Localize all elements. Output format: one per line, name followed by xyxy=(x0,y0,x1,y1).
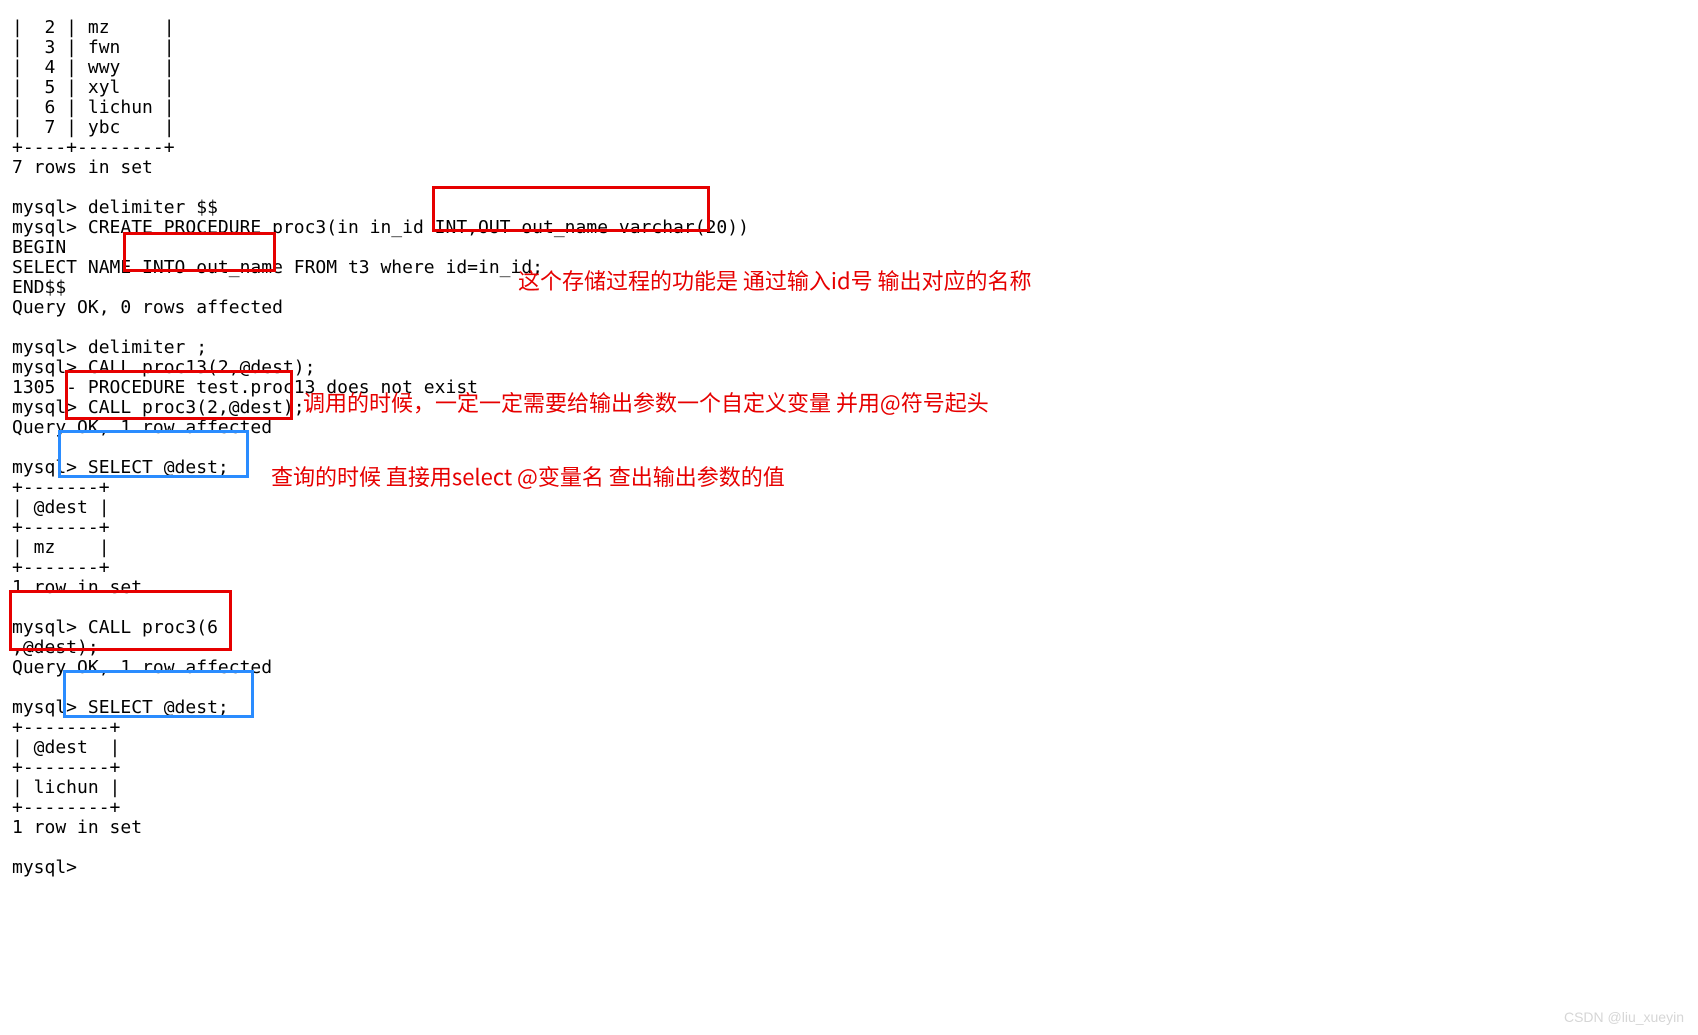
annotation-purpose: 这个存储过程的功能是 通过输入id号 输出对应的名称 xyxy=(518,270,1032,290)
code-line: mysql> SELECT @dest; xyxy=(12,697,229,718)
code-line: Query OK, 0 rows affected xyxy=(12,297,283,318)
code-line: +--------+ xyxy=(12,797,120,818)
code-line: | 6 | lichun | xyxy=(12,97,175,118)
code-line: | mz | xyxy=(12,537,110,558)
code-line: +-------+ xyxy=(12,557,110,578)
code-line: | 5 | xyl | xyxy=(12,77,175,98)
code-line: 1 row in set xyxy=(12,817,142,838)
code-line: BEGIN xyxy=(12,237,66,258)
code-line: | 7 | ybc | xyxy=(12,117,175,138)
code-line: mysql> delimiter $$ xyxy=(12,197,218,218)
code-line: | 3 | fwn | xyxy=(12,37,175,58)
code-line: mysql> delimiter ; xyxy=(12,337,207,358)
code-line: mysql> SELECT @dest; xyxy=(12,457,229,478)
annotation-select: 查询的时候 直接用select @变量名 查出输出参数的值 xyxy=(271,466,785,486)
code-line: Query OK, 1 row affected xyxy=(12,417,272,438)
code-line: mysql> xyxy=(12,857,77,878)
code-line: +-------+ xyxy=(12,517,110,538)
code-line: +--------+ xyxy=(12,757,120,778)
code-line: 1 row in set xyxy=(12,577,142,598)
code-line: mysql> CALL proc3(2,@dest); xyxy=(12,397,305,418)
code-line: 7 rows in set xyxy=(12,157,153,178)
code-line: +--------+ xyxy=(12,717,120,738)
code-line: Query OK, 1 row affected xyxy=(12,657,272,678)
code-line: | 4 | wwy | xyxy=(12,57,175,78)
terminal-output: | 2 | mz | | 3 | fwn | | 4 | wwy | | 5 |… xyxy=(12,18,749,878)
code-line: +----+--------+ xyxy=(12,137,175,158)
code-line: | @dest | xyxy=(12,497,110,518)
code-line: | 2 | mz | xyxy=(12,17,175,38)
watermark: CSDN @liu_xueyin xyxy=(1564,1007,1684,1027)
code-line: | lichun | xyxy=(12,777,120,798)
code-line: mysql> CALL proc3(6 xyxy=(12,617,218,638)
code-line: SELECT NAME INTO out_name FROM t3 where … xyxy=(12,257,543,278)
code-line: mysql> CALL proc13(2,@dest); xyxy=(12,357,315,378)
code-line: | @dest | xyxy=(12,737,120,758)
code-line: ,@dest); xyxy=(12,637,99,658)
code-line: +-------+ xyxy=(12,477,110,498)
code-line: END$$ xyxy=(12,277,66,298)
annotation-call: 调用的时候，一定一定需要给输出参数一个自定义变量 并用@符号起头 xyxy=(303,392,989,412)
code-line: mysql> CREATE PROCEDURE proc3(in in_id I… xyxy=(12,217,749,238)
